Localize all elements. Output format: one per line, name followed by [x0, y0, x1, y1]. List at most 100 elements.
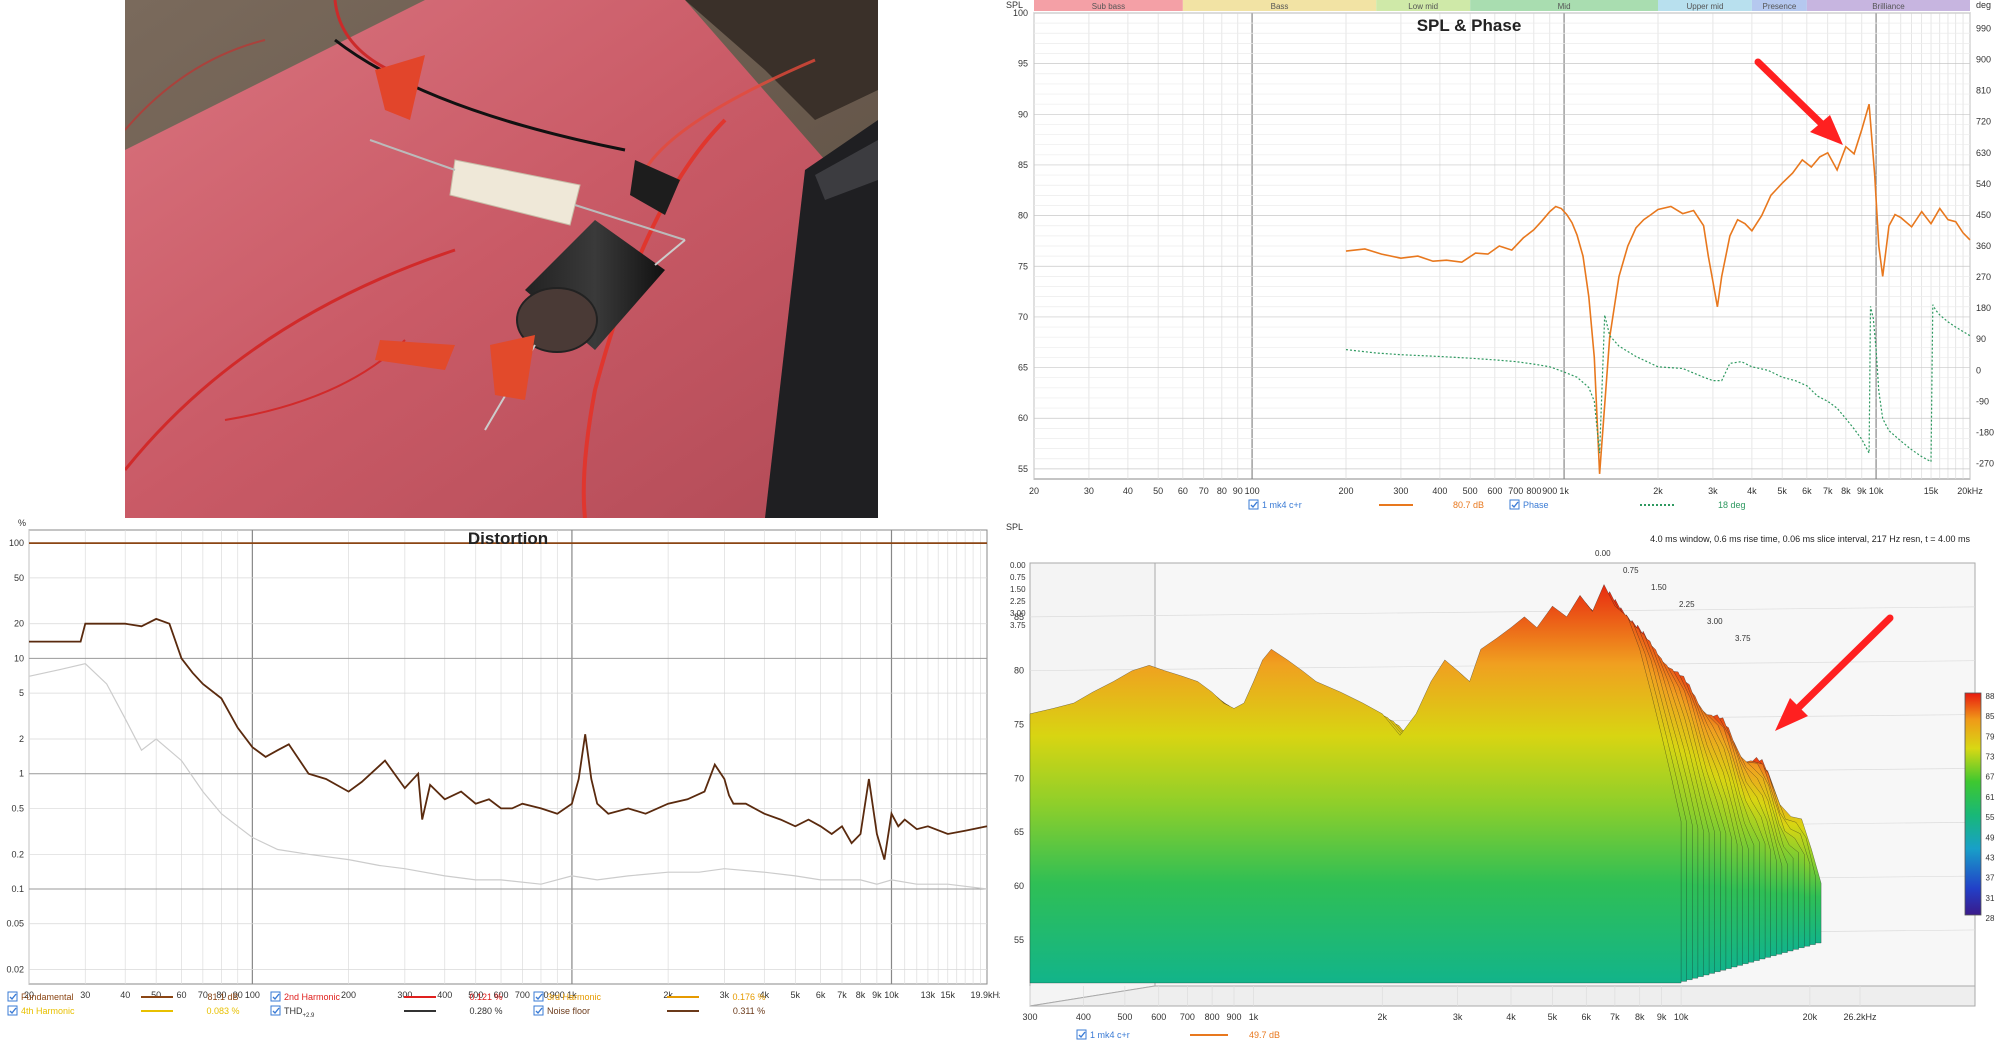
- colorbar-tick: 67: [1986, 773, 1995, 782]
- x-tick-label: 8k: [1841, 486, 1851, 496]
- y-tick-label: 55: [1018, 464, 1028, 474]
- x-tick-label: 9k: [1857, 486, 1867, 496]
- y2-tick-label: 990: [1976, 24, 1991, 34]
- band-label: Upper mid: [1687, 2, 1724, 11]
- x-tick-label: 30: [80, 990, 90, 1000]
- checkbox-icon[interactable]: [270, 1005, 281, 1016]
- x-tick-label: 400: [437, 990, 452, 1000]
- x-tick-label: 10k: [884, 990, 899, 1000]
- x-tick-label: 500: [1463, 486, 1478, 496]
- waterfall-legend-name: 1 mk4 c+r: [1090, 1030, 1130, 1040]
- y2-tick-label: -270: [1976, 458, 1994, 468]
- time-label-right: 3.75: [1735, 634, 1751, 643]
- legend-series1-name: 1 mk4 c+r: [1262, 500, 1302, 510]
- time-label-left: 2.25: [1010, 597, 1026, 606]
- y-tick-label: 20: [14, 619, 24, 629]
- colorbar-tick: 37: [1986, 874, 1995, 883]
- x-tick-label: 200: [1338, 486, 1353, 496]
- x-tick-label: 2k: [1378, 1012, 1388, 1022]
- y-tick-label: 80: [1018, 211, 1028, 221]
- y-tick-label: 55: [1014, 935, 1024, 945]
- x-tick-label: 6k: [1802, 486, 1812, 496]
- y-tick-label: 0.02: [6, 965, 24, 975]
- legend-name: 3rd Harmonic: [547, 992, 602, 1002]
- x-tick-label: 9k: [1657, 1012, 1667, 1022]
- x-tick-label: 70: [198, 990, 208, 1000]
- y-tick-label: 2: [19, 734, 24, 744]
- legend-value: 0.176 %: [732, 992, 765, 1002]
- legend-value: 0.121 %: [469, 992, 502, 1002]
- y2-tick-label: 270: [1976, 272, 1991, 282]
- x-tick-label: 10k: [1869, 486, 1884, 496]
- x-tick-label: 100: [1245, 486, 1260, 496]
- checkbox-icon[interactable]: [1509, 499, 1520, 510]
- checkbox-icon[interactable]: [7, 991, 18, 1002]
- x-tick-label: 13k: [921, 990, 936, 1000]
- x-tick-label: 7k: [837, 990, 847, 1000]
- band-label: Bass: [1271, 2, 1289, 11]
- x-tick-label: 50: [1153, 486, 1163, 496]
- x-tick-label: 80: [1217, 486, 1227, 496]
- y2-tick-label: 900: [1976, 55, 1991, 65]
- x-tick-label: 600: [1151, 1012, 1166, 1022]
- x-tick-label: 15k: [941, 990, 956, 1000]
- photo-illustration: [125, 0, 878, 518]
- x-tick-label: 2k: [1653, 486, 1663, 496]
- x-tick-label: 3k: [1453, 1012, 1463, 1022]
- band-label: Presence: [1762, 2, 1796, 11]
- x-tick-label: 100: [245, 990, 260, 1000]
- time-label-left: 1.50: [1010, 585, 1026, 594]
- legend-name: Noise floor: [547, 1006, 590, 1016]
- x-tick-label: 30: [1084, 486, 1094, 496]
- checkbox-icon[interactable]: [533, 991, 544, 1002]
- x-tick-label: 40: [1123, 486, 1133, 496]
- band-label: Low mid: [1408, 2, 1438, 11]
- waterfall-chart: 55 60 65 70 75 80 85 300 400 500 600 700 800 900 1k 2k 3…: [1000, 518, 2000, 1046]
- y2-tick-label: 450: [1976, 210, 1991, 220]
- colorbar-tick: 88: [1986, 692, 1995, 701]
- y-tick-label: 0.5: [11, 803, 24, 813]
- x-tick-label: 900: [1226, 1012, 1241, 1022]
- spl-y2-label: deg: [1976, 0, 1991, 10]
- x-tick-label: 19.9kHz: [970, 990, 1000, 1000]
- x-tick-label: 6k: [816, 990, 826, 1000]
- checkbox-icon[interactable]: [270, 991, 281, 1002]
- x-tick-label: 8k: [1635, 1012, 1645, 1022]
- time-label-right: 0.00: [1595, 549, 1611, 558]
- y-tick-label: 0.2: [11, 849, 24, 859]
- legend-name: 2nd Harmonic: [284, 992, 341, 1002]
- x-tick-label: 60: [1178, 486, 1188, 496]
- time-label-left: 3.75: [1010, 621, 1026, 630]
- y2-tick-label: 630: [1976, 148, 1991, 158]
- x-tick-label: 8k: [856, 990, 866, 1000]
- colorbar-tick: 73: [1986, 753, 1995, 762]
- time-label-left: 0.75: [1010, 573, 1026, 582]
- x-tick-label: 70: [1199, 486, 1209, 496]
- x-tick-label: 10k: [1674, 1012, 1689, 1022]
- y-tick-label: 90: [1018, 109, 1028, 119]
- checkbox-icon[interactable]: [1076, 1029, 1087, 1040]
- y-tick-label: 70: [1014, 773, 1024, 783]
- distortion-title: Distortion: [468, 529, 548, 548]
- y-tick-label: 60: [1014, 881, 1024, 891]
- x-tick-label: 1k: [1249, 1012, 1259, 1022]
- y-tick-label: 85: [1018, 160, 1028, 170]
- photo-capacitor-resistor: [125, 0, 878, 518]
- waterfall-floor: [1029, 985, 1976, 1007]
- x-tick-label: 4k: [1747, 486, 1757, 496]
- x-tick-label: 7k: [1823, 486, 1833, 496]
- y-tick-label: 60: [1018, 413, 1028, 423]
- time-label-right: 1.50: [1651, 583, 1667, 592]
- x-tick-label: 200: [341, 990, 356, 1000]
- waterfall-legend-value: 49.7 dB: [1249, 1030, 1280, 1040]
- distortion-chart: 2030405060708090100200300400500600700800…: [0, 518, 1000, 1046]
- checkbox-icon[interactable]: [7, 1005, 18, 1016]
- checkbox-icon[interactable]: [533, 1005, 544, 1016]
- x-tick-label: 5k: [791, 990, 801, 1000]
- colorbar-tick: 79: [1986, 732, 1995, 741]
- y-tick-label: 1: [19, 769, 24, 779]
- y-tick-label: 0.05: [6, 919, 24, 929]
- y2-tick-label: 90: [1976, 334, 1986, 344]
- checkbox-icon[interactable]: [1248, 499, 1259, 510]
- band-label: Brilliance: [1872, 2, 1905, 11]
